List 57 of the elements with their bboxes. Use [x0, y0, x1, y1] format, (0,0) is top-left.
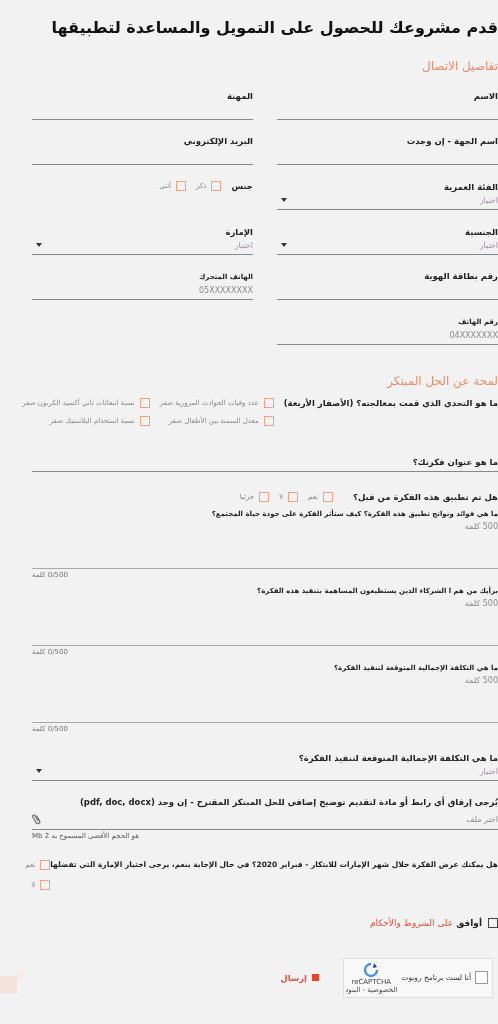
paperclip-icon: [32, 812, 41, 826]
text-field[interactable]: الاسم: [277, 74, 498, 120]
form-title: قدم مشروعك للحصول على التمويل والمساعدة لتطبيقها: [50, 17, 498, 39]
checkbox[interactable]: [263, 397, 274, 408]
field-label: ما هي التكلفة الإجمالية المتوقعة لتنفيذ الفكرة؟: [297, 752, 498, 763]
checkbox[interactable]: [139, 415, 150, 426]
checkbox[interactable]: [40, 879, 51, 890]
select-field[interactable]: ما هي التكلفة الإجمالية المتوقعة لتنفيذ الفكرة؟ اختيار: [32, 740, 498, 781]
select-field[interactable]: الإمارة اختيار: [32, 209, 253, 255]
field-label: الفئة العمرية: [442, 181, 498, 192]
checkbox[interactable]: [488, 917, 498, 928]
section-heading: لمحة عن الحل المبتكر: [385, 372, 498, 390]
field-placeholder: 500 كلمة: [463, 598, 498, 608]
recaptcha-logo-icon: [363, 961, 380, 978]
field-label: الجنسية: [464, 226, 498, 237]
field-label: رقم بطاقة الهوية: [423, 270, 498, 281]
caret-icon: [36, 243, 42, 248]
field-placeholder: 500 كلمة: [463, 675, 498, 685]
caret-icon: [281, 198, 287, 203]
field-placeholder: 500 كلمة: [463, 521, 498, 531]
field-label: الاسم: [472, 90, 498, 101]
text-field[interactable]: اسم الجهة - إن وجدت: [277, 119, 498, 165]
section-heading: تفاصيل الاتصال: [420, 58, 498, 75]
question-label: ما هو التحدي الذي قمت بمعالجته؟ (الأصفار الأربعة): [283, 397, 498, 408]
field-placeholder: اختر ملف: [466, 814, 498, 824]
field-label: الإمارة: [224, 226, 253, 237]
field-label: البريد الإلكتروني: [182, 135, 253, 146]
select-placeholder: اختيار: [479, 240, 498, 250]
select-placeholder: اختيار: [234, 240, 253, 250]
field-label: يُرجى إرفاق أي رابط أو مادة لتقديم توضيح إضافي للحل المبتكر المقترح - إن وجد (pdf, doc, docx): [78, 796, 498, 807]
caret-icon: [281, 243, 287, 248]
select-field[interactable]: الفئة العمرية اختيار: [277, 164, 498, 210]
checkbox[interactable]: [211, 180, 222, 191]
checkbox[interactable]: [288, 491, 299, 502]
text-field[interactable]: ما هو عنوان فكرتك؟: [32, 425, 498, 472]
field-placeholder: 04XXXXXXX: [448, 330, 498, 340]
checkbox[interactable]: [40, 859, 51, 870]
terms-label: أوافق: [456, 917, 482, 928]
checkbox[interactable]: [259, 491, 270, 502]
caret-icon: [36, 769, 42, 774]
field-label: جنس: [231, 180, 253, 191]
checkbox[interactable]: [176, 180, 187, 191]
question-label: هل تم تطبيق هذه الفكرة من قبل؟: [353, 491, 498, 502]
checkbox[interactable]: [263, 415, 274, 426]
field-label: المهنة: [225, 90, 253, 101]
field-label: ما هو عنوان فكرتك؟: [411, 456, 498, 467]
text-field[interactable]: رقم بطاقة الهوية: [277, 254, 498, 300]
field-placeholder: 05XXXXXXXX: [197, 285, 253, 295]
field-label: اسم الجهة - إن وجدت: [405, 135, 498, 146]
select-placeholder: اختيار: [479, 195, 498, 205]
select-field[interactable]: الجنسية اختيار: [277, 209, 498, 255]
checkbox[interactable]: [139, 397, 150, 408]
text-field[interactable]: البريد الإلكتروني: [32, 119, 253, 165]
captcha-checkbox[interactable]: [475, 971, 488, 985]
checkbox[interactable]: [323, 491, 334, 502]
select-placeholder: اختيار: [479, 766, 498, 776]
text-field[interactable]: المهنة: [32, 74, 253, 120]
